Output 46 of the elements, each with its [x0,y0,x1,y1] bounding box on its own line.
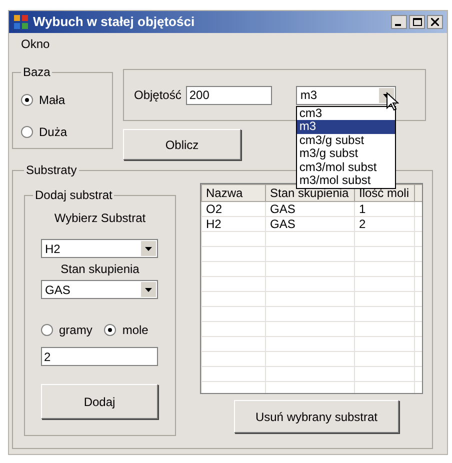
group-title: Substraty [25,162,78,179]
radio-label: Duża [39,124,68,141]
dropdown-option[interactable]: cm3/g subst [297,134,396,147]
state-dropdown[interactable]: GAS [41,280,158,299]
dropdown-option[interactable]: cm3 [297,106,396,120]
group-title: Baza [22,64,52,81]
field-label: Wybierz Substrat [53,210,147,227]
table-cell: 1 [354,202,414,216]
remove-button[interactable]: Usuń wybrany substrat [234,400,399,433]
radio-button[interactable] [104,324,116,336]
minimize-button[interactable] [391,15,407,29]
radio-button[interactable] [21,126,33,138]
radio-button[interactable] [21,94,33,106]
dropdown-value: GAS [44,282,72,298]
radio-label: gramy [59,322,92,339]
dropdown-option[interactable]: m3 [297,120,396,134]
field-label: Objętość [134,87,182,104]
calculate-button[interactable]: Oblicz [123,129,241,160]
field-label: Stan skupienia [60,261,140,278]
table-cell: GAS [266,202,354,216]
maximize-button[interactable] [409,15,425,29]
table-cell: H2 [202,216,266,232]
dropdown-option[interactable]: m3/g subst [297,147,396,160]
table-cell: O2 [202,202,266,216]
table-cell: GAS [266,216,354,232]
amount-field[interactable]: 2 [41,347,158,366]
close-icon [431,18,439,26]
unit-dropdown[interactable]: m3 [296,86,396,104]
dropdown-value: m3 [299,87,318,104]
table-cell: 2 [354,216,414,232]
close-button[interactable] [427,15,443,29]
window-title: Wybuch w stałej objętości [33,13,195,32]
dropdown-value: H2 [44,240,62,258]
volume-field[interactable]: 200 [186,86,272,104]
radio-label: Mała [39,92,66,109]
menu-item[interactable]: Okno [17,35,54,53]
app-icon [13,14,29,30]
column-header[interactable]: Nazwa [202,184,266,202]
radio-button[interactable] [41,324,53,336]
add-button[interactable]: Dodaj [41,384,158,419]
substrate-dropdown[interactable]: H2 [41,239,158,258]
maximize-icon [412,18,422,26]
dropdown-option[interactable]: cm3/mol subst [297,160,396,174]
group-title: Dodaj substrat [34,187,114,204]
dropdown-option[interactable]: m3/mol subst [297,174,396,188]
radio-label: mole [122,322,148,339]
